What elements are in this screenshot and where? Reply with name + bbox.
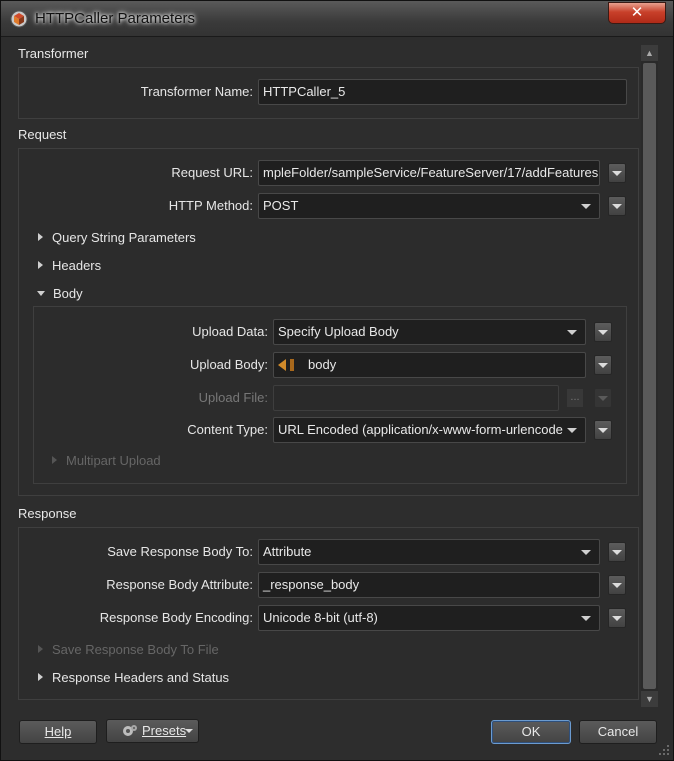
cancel-button[interactable]: Cancel <box>579 720 657 744</box>
save-response-to-menu-button[interactable] <box>608 542 626 562</box>
attribute-bar <box>290 359 294 371</box>
scroll-down-icon[interactable]: ▼ <box>641 691 658 707</box>
chevron-down-icon <box>612 204 622 209</box>
response-attribute-label: Response Body Attribute: <box>106 577 253 592</box>
save-response-to-label: Save Response Body To: <box>107 544 253 559</box>
multipart-upload-label: Multipart Upload <box>66 453 161 468</box>
chevron-down-icon <box>581 550 591 555</box>
content-type-value: URL Encoded (application/x-www-form-urle… <box>278 422 563 437</box>
vertical-scrollbar[interactable]: ▲ ▼ <box>641 45 658 707</box>
body-expander[interactable]: Body <box>37 286 83 301</box>
chevron-down-icon <box>612 616 622 621</box>
ok-button[interactable]: OK <box>491 720 571 744</box>
http-method-select[interactable]: POST <box>258 193 600 219</box>
presets-button[interactable]: Presets <box>106 719 199 743</box>
headers-expander[interactable]: Headers <box>38 258 101 273</box>
upload-data-value: Specify Upload Body <box>278 324 399 339</box>
title-bar[interactable]: HTTPCaller Parameters ✕ <box>1 1 673 37</box>
request-section-title: Request <box>18 127 67 142</box>
request-url-input[interactable]: mpleFolder/sampleService/FeatureServer/1… <box>258 160 600 186</box>
http-method-value: POST <box>263 198 299 213</box>
response-encoding-value: Unicode 8-bit (utf-8) <box>263 610 378 625</box>
response-encoding-select[interactable]: Unicode 8-bit (utf-8) <box>258 605 600 631</box>
response-encoding-menu-button[interactable] <box>608 608 626 628</box>
upload-file-label: Upload File: <box>198 390 268 405</box>
expand-right-icon <box>52 456 57 464</box>
presets-label: Presets <box>142 723 187 738</box>
http-method-menu-button[interactable] <box>608 196 626 216</box>
upload-body-menu-button[interactable] <box>594 355 612 375</box>
close-button[interactable]: ✕ <box>608 2 666 24</box>
expand-right-icon <box>38 233 43 241</box>
window-title: HTTPCaller Parameters <box>35 10 196 27</box>
chevron-down-icon <box>598 330 608 335</box>
chevron-down-icon <box>612 583 622 588</box>
chevron-down-icon <box>581 204 591 209</box>
content-type-label: Content Type: <box>187 422 268 437</box>
transformer-section-title: Transformer <box>18 46 89 61</box>
scroll-thumb[interactable] <box>643 63 656 689</box>
expand-right-icon <box>38 673 43 681</box>
help-button[interactable]: Help <box>19 720 97 744</box>
gear-icon <box>123 725 137 736</box>
chevron-down-icon <box>567 330 577 335</box>
chevron-down-icon <box>598 396 608 401</box>
chevron-down-icon <box>581 616 591 621</box>
chevron-down-icon <box>567 428 577 433</box>
request-url-label: Request URL: <box>171 165 253 180</box>
response-headers-label: Response Headers and Status <box>52 670 230 685</box>
upload-body-value: body <box>308 357 337 372</box>
resize-grip-icon[interactable] <box>657 743 671 757</box>
upload-data-menu-button[interactable] <box>594 322 612 342</box>
chevron-down-icon <box>612 171 622 176</box>
transformer-name-input[interactable]: HTTPCaller_5 <box>258 79 627 105</box>
response-attribute-input[interactable]: _response_body <box>258 572 600 598</box>
browse-file-button[interactable]: ... <box>566 388 584 408</box>
response-headers-expander[interactable]: Response Headers and Status <box>38 670 229 685</box>
upload-file-menu-button[interactable] <box>594 388 612 408</box>
upload-data-label: Upload Data: <box>192 324 268 339</box>
chevron-down-icon <box>612 550 622 555</box>
attribute-arrow-icon <box>278 359 286 371</box>
response-section-title: Response <box>18 506 77 521</box>
upload-body-label: Upload Body: <box>189 357 268 372</box>
request-url-menu-button[interactable] <box>608 163 626 183</box>
upload-body-input[interactable]: body <box>273 352 586 378</box>
response-encoding-label: Response Body Encoding: <box>99 610 253 625</box>
expand-right-icon <box>38 645 43 653</box>
chevron-down-icon <box>598 428 608 433</box>
upload-data-select[interactable]: Specify Upload Body <box>273 319 586 345</box>
save-response-to-value: Attribute <box>263 544 312 559</box>
query-string-expander[interactable]: Query String Parameters <box>38 230 196 245</box>
multipart-upload-expander[interactable]: Multipart Upload <box>52 453 161 468</box>
fme-transformer-icon <box>10 10 28 28</box>
save-to-file-label: Save Response Body To File <box>52 642 219 657</box>
headers-label: Headers <box>52 258 102 273</box>
dialog-window: HTTPCaller Parameters ✕ ▲ ▼ Transformer … <box>0 0 674 761</box>
content-type-select[interactable]: URL Encoded (application/x-www-form-urle… <box>273 417 586 443</box>
chevron-down-icon <box>598 363 608 368</box>
content-type-menu-button[interactable] <box>594 420 612 440</box>
expand-right-icon <box>38 261 43 269</box>
http-method-label: HTTP Method: <box>168 198 253 213</box>
upload-file-input[interactable] <box>273 385 559 411</box>
help-label: Help <box>44 724 72 739</box>
scroll-up-icon[interactable]: ▲ <box>641 45 658 61</box>
save-to-file-expander[interactable]: Save Response Body To File <box>38 642 219 657</box>
response-attribute-menu-button[interactable] <box>608 575 626 595</box>
collapse-down-icon <box>37 291 45 296</box>
save-response-to-select[interactable]: Attribute <box>258 539 600 565</box>
transformer-name-label: Transformer Name: <box>140 84 253 99</box>
dropdown-arrow-icon <box>185 729 193 733</box>
query-string-label: Query String Parameters <box>52 230 196 245</box>
body-label: Body <box>53 286 83 301</box>
